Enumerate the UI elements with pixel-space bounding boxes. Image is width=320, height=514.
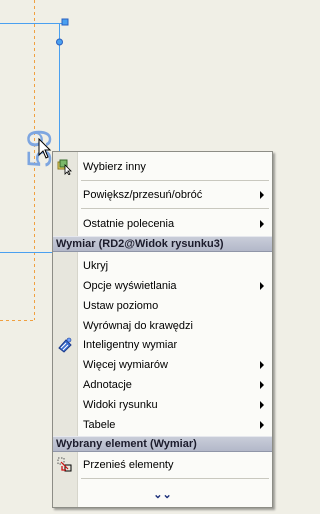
double-chevron-down-icon: ⌄⌄	[153, 488, 172, 501]
menu-item-label: Powiększ/przesuń/obróć	[83, 188, 203, 201]
submenu-arrow-icon	[260, 420, 264, 429]
dimension-end-point	[56, 38, 63, 46]
menu-item-label: Tabele	[83, 418, 116, 431]
menu-item-annotations[interactable]: Adnotacje	[53, 375, 272, 394]
section-header-dimension: Wymiar (RD2@Widok rysunku3)	[53, 236, 272, 252]
submenu-arrow-icon	[260, 190, 264, 199]
smart-dimension-icon	[53, 335, 77, 354]
menu-item-label: Adnotacje	[83, 378, 132, 391]
submenu-arrow-icon	[260, 360, 264, 369]
menu-item-label: Więcej wymiarów	[83, 358, 168, 371]
menu-item-label: Opcje wyświetlania	[83, 279, 177, 292]
menu-item-set-horizontal[interactable]: Ustaw poziomo	[53, 296, 272, 315]
mouse-cursor-icon	[38, 138, 52, 159]
expand-menu-button[interactable]: ⌄⌄	[53, 485, 272, 503]
menu-item-label: Wyrównaj do krawędzi	[83, 319, 193, 332]
drag-handle	[61, 18, 69, 26]
menu-item-align-to-edge[interactable]: Wyrównaj do krawędzi	[53, 316, 272, 335]
menu-item-label: Przenieś elementy	[83, 458, 174, 471]
move-entities-icon	[53, 455, 77, 474]
select-other-icon	[53, 157, 77, 176]
menu-item-move-entities[interactable]: Przenieś elementy	[53, 455, 272, 474]
menu-item-label: Widoki rysunku	[83, 398, 158, 411]
menu-separator	[81, 208, 269, 209]
submenu-arrow-icon	[260, 380, 264, 389]
menu-separator	[81, 478, 269, 479]
menu-item-label: Ostatnie polecenia	[83, 217, 175, 230]
menu-item-label: Ukryj	[83, 259, 109, 272]
menu-item-tables[interactable]: Tabele	[53, 415, 272, 434]
menu-item-hide[interactable]: Ukryj	[53, 256, 272, 275]
menu-item-recent-commands[interactable]: Ostatnie polecenia	[53, 214, 272, 233]
menu-item-zoom-pan-rotate[interactable]: Powiększ/przesuń/obróć	[53, 185, 272, 204]
menu-separator	[81, 180, 269, 181]
menu-item-more-dimensions[interactable]: Więcej wymiarów	[53, 355, 272, 374]
menu-item-display-options[interactable]: Opcje wyświetlania	[53, 276, 272, 295]
submenu-arrow-icon	[260, 400, 264, 409]
menu-item-select-other[interactable]: Wybierz inny	[53, 157, 272, 176]
menu-item-label: Inteligentny wymiar	[83, 338, 178, 351]
submenu-arrow-icon	[260, 281, 264, 290]
menu-item-label: Wybierz inny	[83, 160, 146, 173]
submenu-arrow-icon	[260, 219, 264, 228]
menu-item-smart-dimension[interactable]: Inteligentny wymiar	[53, 335, 272, 354]
menu-item-label: Ustaw poziomo	[83, 299, 159, 312]
menu-item-drawing-views[interactable]: Widoki rysunku	[53, 395, 272, 414]
context-menu: Wybierz inny Powiększ/przesuń/obróć Osta…	[52, 151, 273, 508]
section-header-selected-element: Wybrany element (Wymiar)	[53, 436, 272, 452]
